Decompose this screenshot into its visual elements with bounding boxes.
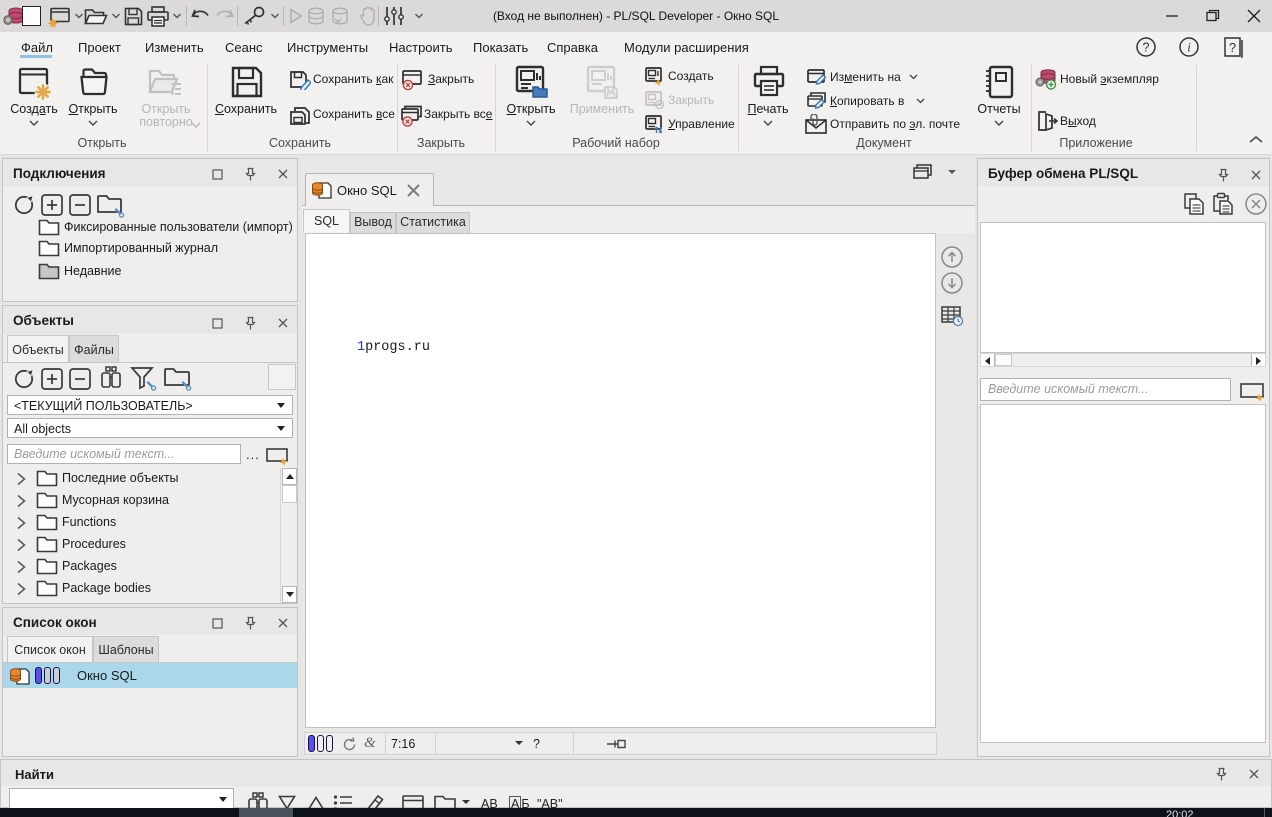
svg-text:?: ? <box>1229 40 1236 55</box>
svg-text:i: i <box>1187 40 1191 55</box>
svg-text:?: ? <box>1143 41 1150 55</box>
